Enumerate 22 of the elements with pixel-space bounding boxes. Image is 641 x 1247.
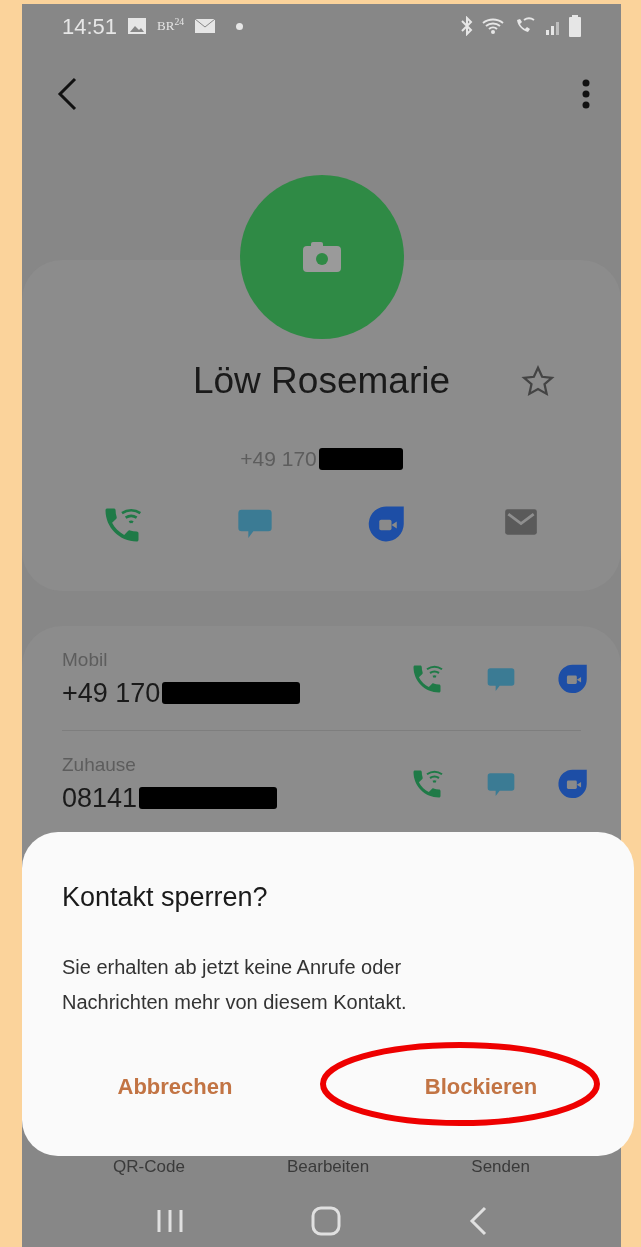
home-icon[interactable]: [310, 1206, 341, 1236]
camera-icon: [302, 242, 341, 272]
favorite-star-icon[interactable]: [521, 365, 555, 399]
more-options-icon[interactable]: [581, 79, 591, 109]
bottom-action[interactable]: Senden: [471, 1153, 530, 1179]
back-icon[interactable]: [56, 77, 78, 111]
bottom-action[interactable]: QR-Code: [113, 1153, 185, 1179]
dialog-button[interactable]: Abbrechen: [107, 1064, 243, 1109]
mail-icon: [194, 18, 217, 34]
phone-number: +49 170: [62, 677, 161, 710]
bluetooth-icon: [459, 16, 475, 36]
back-nav-icon[interactable]: [467, 1206, 488, 1236]
recent-apps-icon[interactable]: [155, 1208, 184, 1234]
status-time: 14:51: [62, 12, 118, 41]
contact-name: Löw Rosemarie: [192, 359, 451, 403]
dialog-message: Sie erhalten ab jetzt keine Anrufe oder Nachrichten mehr von diesem Kontakt.: [62, 955, 408, 1015]
dialog-title: Kontakt sperren?: [62, 881, 269, 914]
phone-number: 08141: [62, 782, 138, 815]
image-icon: [127, 17, 148, 35]
battery-icon: [569, 15, 581, 37]
notification-label: BR$^{24}$: [157, 16, 185, 36]
bottom-action[interactable]: Bearbeiten: [286, 1153, 370, 1179]
